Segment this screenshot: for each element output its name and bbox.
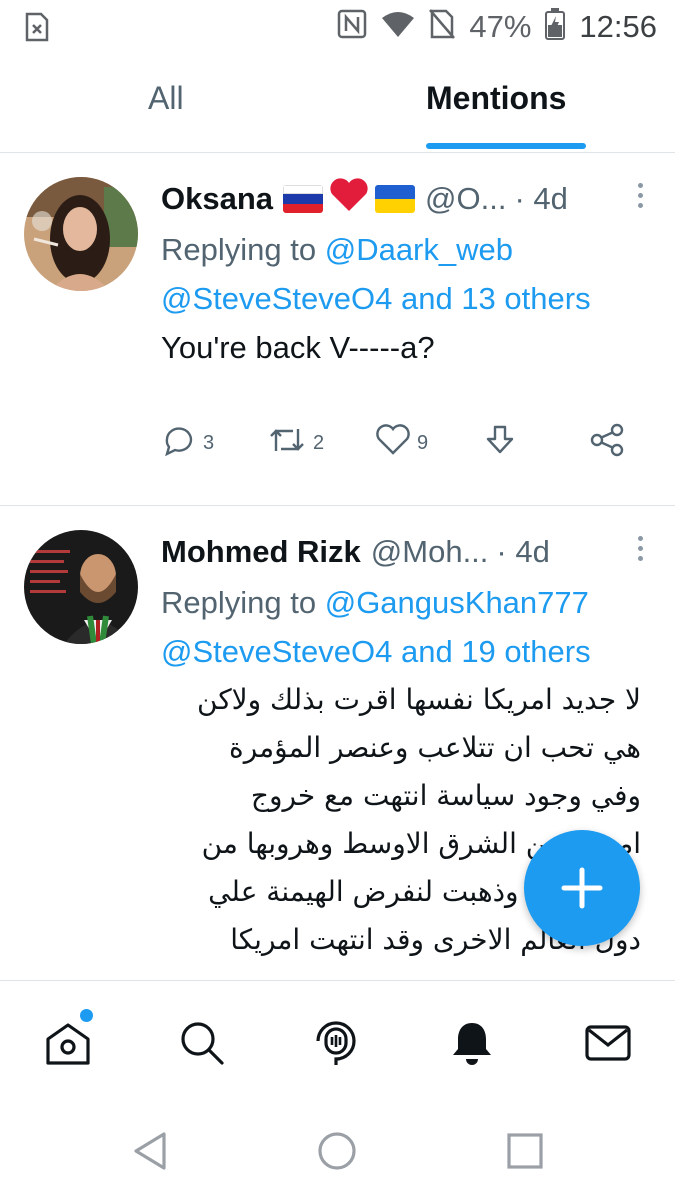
share-icon (589, 423, 625, 463)
reply-icon (161, 423, 197, 463)
display-name[interactable]: Mohmed Rizk (161, 534, 361, 570)
tweet-text-line: وفي وجود سياسة انتهت مع خروج (250, 779, 641, 812)
heart-icon (375, 424, 411, 462)
share-button[interactable] (589, 423, 625, 463)
handle[interactable]: @O... (425, 181, 506, 217)
replying-to: Replying to @GangusKhan777 @SteveSteveO4… (161, 578, 645, 676)
spaces-icon[interactable] (312, 1019, 360, 1067)
replying-to-label: Replying to (161, 232, 325, 267)
tweet-text-line: لا جديد امريكا نفسها اقرت بذلك ولاكن (197, 683, 641, 716)
mention-link[interactable]: @Daark_web (325, 232, 513, 267)
retweet-icon (267, 423, 307, 463)
unread-dot (80, 1009, 93, 1022)
like-button[interactable]: 9 (375, 424, 428, 462)
wifi-icon (381, 10, 415, 43)
home-icon[interactable] (44, 1019, 92, 1067)
more-options-icon[interactable] (635, 536, 645, 568)
nfc-icon (337, 9, 367, 44)
notification-tabs: All Mentions (0, 62, 675, 153)
display-name[interactable]: Oksana (161, 181, 273, 217)
russia-flag-emoji (283, 185, 324, 213)
timestamp: · 4d (514, 181, 568, 216)
ukraine-flag-emoji (375, 185, 416, 213)
no-sim-icon (429, 9, 456, 44)
tweet[interactable]: Oksana @O... · 4d Replying to @Daark_web… (0, 153, 675, 506)
search-icon[interactable] (178, 1019, 226, 1067)
tab-mentions[interactable]: Mentions (426, 80, 566, 117)
tweet-text: You're back V-----a? (161, 330, 435, 365)
battery-percent: 47% (469, 8, 532, 44)
bookmark-button[interactable] (483, 423, 517, 463)
recents-icon[interactable] (506, 1132, 544, 1170)
replying-to: Replying to @Daark_web @SteveSteveO4 and… (161, 225, 645, 323)
status-bar: 47% 12:56 (0, 0, 675, 52)
plus-icon (561, 867, 603, 909)
tweet-text-line: هي تحب ان تتلاعب وعنصر المؤمرة (229, 731, 641, 764)
compose-tweet-button[interactable] (524, 830, 640, 946)
mention-others-link[interactable]: @SteveSteveO4 and 19 others (161, 634, 591, 669)
reply-count: 3 (203, 431, 215, 454)
active-tab-indicator (426, 143, 586, 149)
replying-to-label: Replying to (161, 585, 325, 620)
mention-link[interactable]: @GangusKhan777 (325, 585, 589, 620)
mention-others-link[interactable]: @SteveSteveO4 and 13 others (161, 281, 591, 316)
avatar[interactable] (24, 530, 138, 644)
avatar[interactable] (24, 177, 138, 291)
messages-icon[interactable] (584, 1019, 632, 1067)
sim-alert-icon (24, 12, 50, 47)
system-navigation (0, 1100, 675, 1200)
battery-icon (545, 8, 566, 45)
more-options-icon[interactable] (635, 183, 645, 215)
red-heart-emoji (329, 178, 369, 220)
like-count: 9 (417, 431, 429, 454)
timestamp: · 4d (496, 534, 550, 569)
reply-button[interactable]: 3 (161, 423, 214, 463)
notifications-icon[interactable] (448, 1019, 496, 1067)
handle[interactable]: @Moh... (371, 534, 489, 570)
bottom-navigation (0, 980, 675, 1099)
tab-all[interactable]: All (148, 80, 184, 117)
home-circle-icon[interactable] (316, 1130, 358, 1172)
retweet-button[interactable]: 2 (267, 423, 324, 463)
download-icon (483, 423, 517, 463)
back-icon[interactable] (130, 1130, 170, 1172)
retweet-count: 2 (313, 431, 325, 454)
clock: 12:56 (579, 8, 657, 44)
